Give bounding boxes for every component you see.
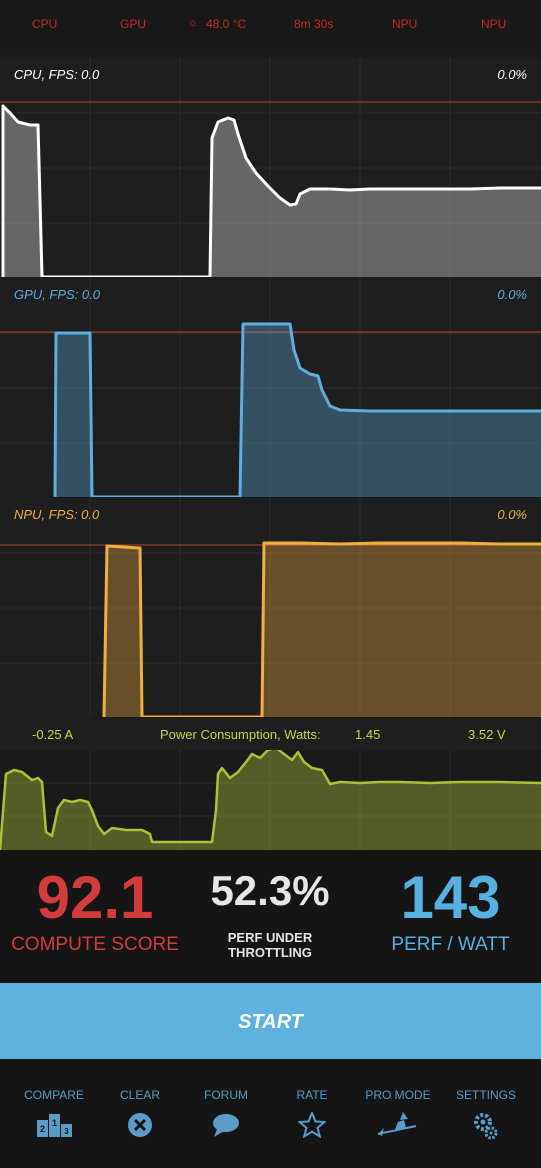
cpu-load-value: 0.0% <box>497 67 527 82</box>
nav-rate[interactable]: RATE <box>267 1088 357 1138</box>
nav-clear-label: CLEAR <box>119 1088 160 1102</box>
podium-third-digit: 3 <box>64 1127 69 1136</box>
throttling-score: 52.3% PERF UNDER THROTTLING <box>190 867 350 961</box>
cpu-graph <box>0 58 541 277</box>
gpu-fps-label: GPU, FPS: 0.0 <box>14 287 100 302</box>
power-readout-bar: -0.25 A Power Consumption, Watts: 1.45 3… <box>0 718 541 750</box>
compute-score-value: 92.1 <box>36 864 154 931</box>
perf-per-watt-value: 143 <box>400 864 501 931</box>
nav-rate-label: RATE <box>296 1088 328 1102</box>
compute-score: 92.1 COMPUTE SCORE <box>0 868 190 956</box>
chat-bubble-icon <box>213 1114 239 1137</box>
podium-first-digit: 1 <box>52 1118 57 1128</box>
podium-icon: 2 1 3 <box>37 1114 72 1137</box>
start-button-label: START <box>238 1011 303 1033</box>
nav-compare-label: COMPARE <box>24 1088 84 1102</box>
nav-settings[interactable]: SETTINGS <box>441 1088 531 1140</box>
current-value: -0.25 A <box>32 727 74 742</box>
thermometer-icon: ☼ <box>188 17 199 29</box>
power-graph <box>0 750 541 850</box>
gear-icon <box>474 1113 498 1140</box>
status-temperature: 48.0 °C <box>206 17 247 31</box>
throttling-label-line2: THROTTLING <box>228 945 312 960</box>
power-consumption-label: Power Consumption, Watts: <box>160 727 321 742</box>
bottom-nav: COMPARE 2 1 3 CLEAR FORUM RATE PRO MODE <box>0 1060 541 1168</box>
perf-per-watt-score: 143 PERF / WATT <box>360 868 541 956</box>
perf-per-watt-label: PERF / WATT <box>391 934 510 955</box>
status-npu-2: NPU <box>481 17 507 31</box>
nav-forum-label: FORUM <box>204 1088 248 1102</box>
nav-compare[interactable]: COMPARE 2 1 3 <box>9 1088 99 1138</box>
npu-graph <box>0 498 541 717</box>
npu-fps-label: NPU, FPS: 0.0 <box>14 507 100 522</box>
throttling-score-value: 52.3% <box>210 867 330 914</box>
status-timer: 8m 30s <box>294 17 334 31</box>
gpu-graph <box>0 278 541 497</box>
status-bar: CPU GPU ☼ 48.0 °C 8m 30s NPU NPU <box>0 0 541 48</box>
power-watts-value: 1.45 <box>355 727 381 742</box>
nav-clear[interactable]: CLEAR <box>95 1088 185 1138</box>
cpu-fps-label: CPU, FPS: 0.0 <box>14 67 100 82</box>
nav-pro-mode-label: PRO MODE <box>365 1088 431 1102</box>
nav-pro-mode[interactable]: PRO MODE <box>353 1088 443 1138</box>
status-gpu: GPU <box>120 17 147 31</box>
star-icon <box>298 1112 326 1138</box>
npu-load-value: 0.0% <box>497 507 527 522</box>
podium-second-digit: 2 <box>40 1124 45 1134</box>
cpu-graph-panel: CPU, FPS: 0.0 0.0% <box>0 58 541 277</box>
compute-score-label: COMPUTE SCORE <box>11 934 179 955</box>
nav-settings-label: SETTINGS <box>455 1088 516 1102</box>
nav-forum[interactable]: FORUM <box>181 1088 271 1138</box>
power-graph-panel <box>0 750 541 850</box>
throttling-label-line1: PERF UNDER <box>227 930 313 945</box>
start-button[interactable]: START <box>0 983 541 1059</box>
gpu-load-value: 0.0% <box>497 287 527 302</box>
npu-graph-panel: NPU, FPS: 0.0 0.0% <box>0 498 541 717</box>
witch-icon <box>377 1112 417 1136</box>
status-npu: NPU <box>392 17 418 31</box>
clear-icon <box>128 1113 152 1137</box>
status-cpu: CPU <box>32 17 58 31</box>
voltage-value: 3.52 V <box>468 727 506 742</box>
score-section: 92.1 COMPUTE SCORE 52.3% PERF UNDER THRO… <box>0 850 541 982</box>
gpu-graph-panel: GPU, FPS: 0.0 0.0% <box>0 278 541 497</box>
